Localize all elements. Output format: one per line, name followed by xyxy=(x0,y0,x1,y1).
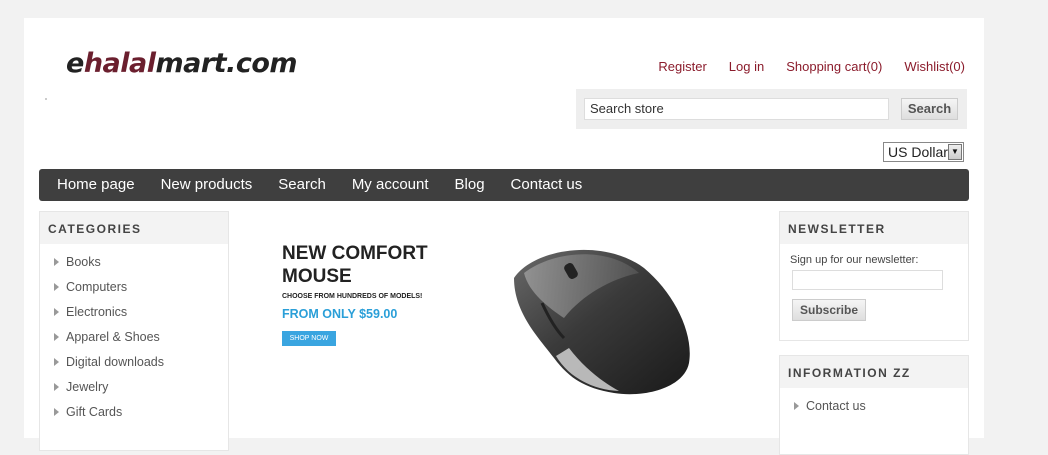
category-digital-downloads[interactable]: Digital downloads xyxy=(54,352,228,377)
category-apparel-shoes[interactable]: Apparel & Shoes xyxy=(54,327,228,352)
categories-title: CATEGORIES xyxy=(40,212,228,244)
page-container: ehalalmart.com Register Log in Shopping … xyxy=(24,18,984,455)
arrow-right-icon xyxy=(54,382,59,391)
category-computers[interactable]: Computers xyxy=(54,277,228,302)
arrow-right-icon xyxy=(794,401,799,410)
main-navigation: Home page New products Search My account… xyxy=(39,169,969,201)
nav-search[interactable]: Search xyxy=(278,169,326,201)
info-contact-us[interactable]: Contact us xyxy=(794,396,968,421)
logo-part-halal: halal xyxy=(83,48,156,79)
category-label: Books xyxy=(66,255,101,269)
category-label: Electronics xyxy=(66,305,128,319)
newsletter-label: Sign up for our newsletter: xyxy=(790,254,919,266)
banner-title-line1: NEW COMFORT xyxy=(282,243,428,264)
category-label: Gift Cards xyxy=(66,405,123,419)
arrow-right-icon xyxy=(54,407,59,416)
dropdown-arrow-icon: ▼ xyxy=(948,144,962,160)
logo-part-e: e xyxy=(66,48,84,79)
category-electronics[interactable]: Electronics xyxy=(54,302,228,327)
nav-home-page[interactable]: Home page xyxy=(57,169,135,201)
newsletter-title: NEWSLETTER xyxy=(780,212,968,244)
subscribe-button[interactable]: Subscribe xyxy=(792,299,866,321)
header-links: Register Log in Shopping cart(0) Wishlis… xyxy=(658,59,965,74)
categories-block: CATEGORIES Books Computers Electronics A… xyxy=(39,211,229,451)
category-label: Jewelry xyxy=(66,380,109,394)
login-link[interactable]: Log in xyxy=(729,59,764,74)
nav-blog[interactable]: Blog xyxy=(455,169,485,201)
search-box: Search store Search xyxy=(576,89,967,129)
logo-decoration xyxy=(45,98,47,100)
nav-my-account[interactable]: My account xyxy=(352,169,429,201)
wishlist-link[interactable]: Wishlist(0) xyxy=(904,59,965,74)
shop-now-button[interactable]: SHOP NOW xyxy=(282,331,336,346)
info-label: Contact us xyxy=(806,399,866,413)
banner-price: FROM ONLY $59.00 xyxy=(282,307,398,321)
nav-contact-us[interactable]: Contact us xyxy=(511,169,583,201)
nav-new-products[interactable]: New products xyxy=(161,169,253,201)
search-input[interactable]: Search store xyxy=(584,98,889,120)
mouse-product-image xyxy=(514,249,690,395)
site-logo[interactable]: ehalalmart.com xyxy=(66,48,298,79)
banner-title: NEW COMFORT MOUSE xyxy=(282,242,482,288)
search-button[interactable]: Search xyxy=(901,98,958,120)
arrow-right-icon xyxy=(54,282,59,291)
information-block: INFORMATION ZZ Contact us xyxy=(779,355,969,455)
category-label: Computers xyxy=(66,280,128,294)
newsletter-block: NEWSLETTER Sign up for our newsletter: S… xyxy=(779,211,969,341)
category-gift-cards[interactable]: Gift Cards xyxy=(54,402,228,427)
information-title: INFORMATION ZZ xyxy=(780,356,968,388)
newsletter-email-input[interactable] xyxy=(792,270,943,290)
banner-title-line2: MOUSE xyxy=(282,266,352,287)
category-label: Apparel & Shoes xyxy=(66,330,160,344)
currency-select[interactable]: US Dollar ▼ xyxy=(883,142,964,162)
shopping-cart-link[interactable]: Shopping cart(0) xyxy=(786,59,882,74)
arrow-right-icon xyxy=(54,257,59,266)
currency-value: US Dollar xyxy=(888,144,948,160)
arrow-right-icon xyxy=(54,357,59,366)
register-link[interactable]: Register xyxy=(658,59,706,74)
logo-part-mart: mart.com xyxy=(155,48,298,79)
arrow-right-icon xyxy=(54,332,59,341)
category-jewelry[interactable]: Jewelry xyxy=(54,377,228,402)
arrow-right-icon xyxy=(54,307,59,316)
category-books[interactable]: Books xyxy=(54,252,228,277)
banner-subtitle: CHOOSE FROM HUNDREDS OF MODELS! xyxy=(282,293,423,300)
category-label: Digital downloads xyxy=(66,355,164,369)
